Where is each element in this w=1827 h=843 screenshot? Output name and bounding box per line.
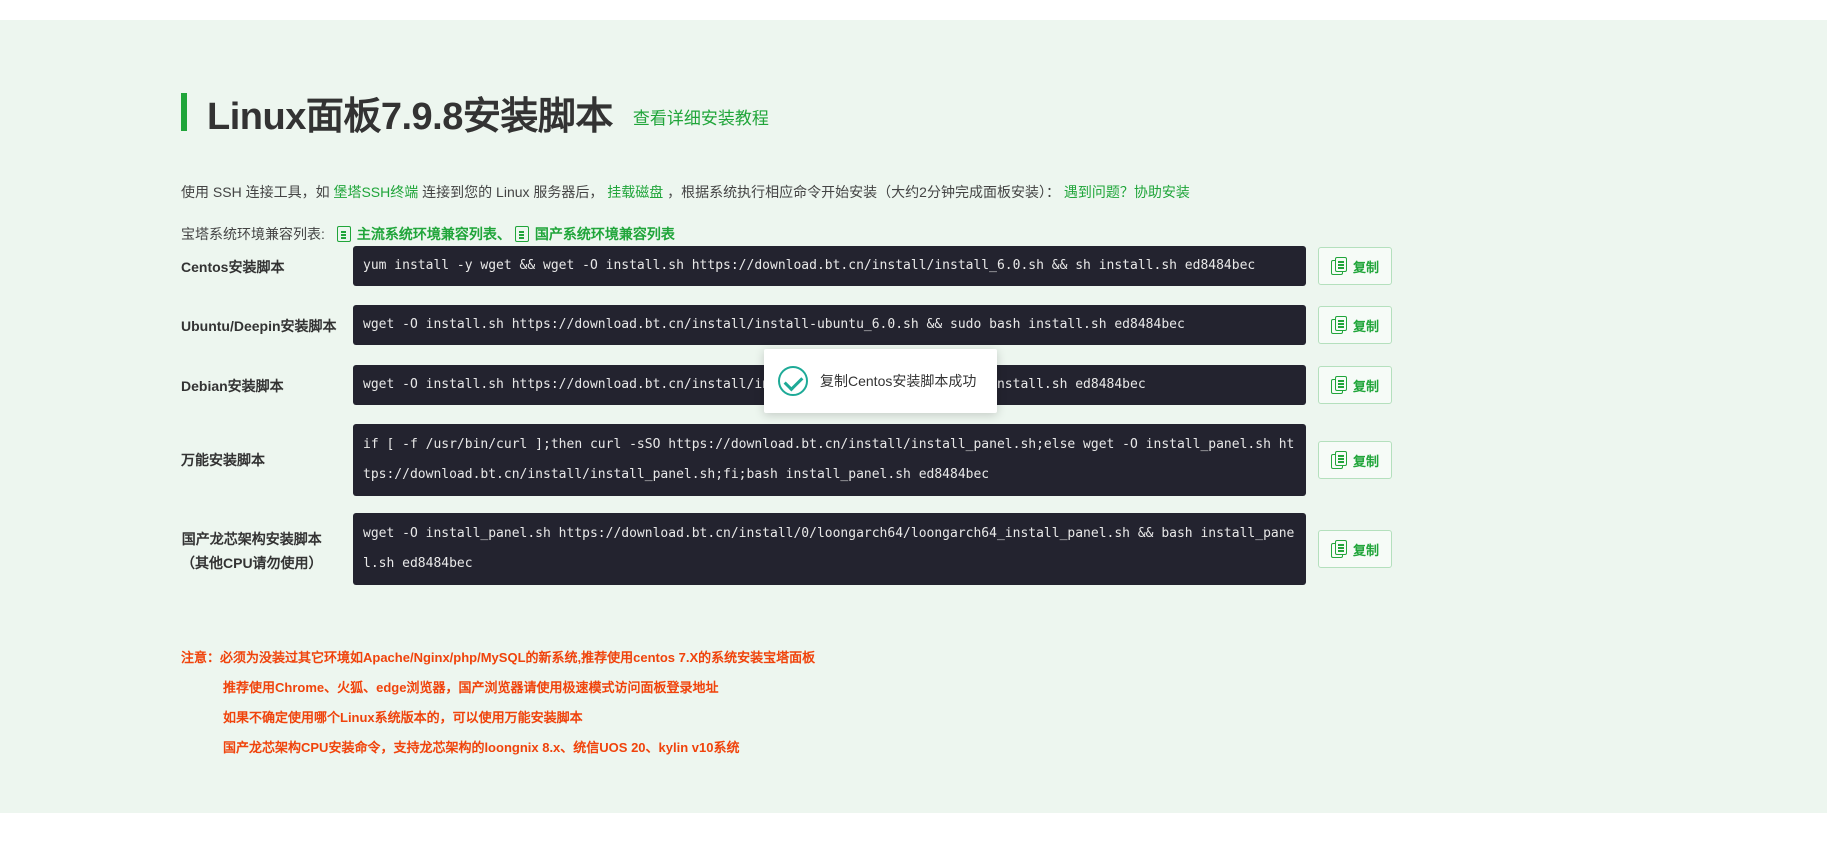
script-label: Centos安装脚本 bbox=[181, 259, 285, 275]
script-row-centos: Centos安装脚本 yum install -y wget && wget -… bbox=[181, 246, 1481, 286]
note-item: 推荐使用Chrome、火狐、edge浏览器，国产浏览器请使用极速模式访问面板登录… bbox=[223, 680, 719, 695]
command-text: wget -O install.sh https://download.bt.c… bbox=[363, 377, 1146, 392]
command-text: wget -O install.sh https://download.bt.c… bbox=[363, 317, 1185, 332]
intro-part3: ，根据系统执行相应命令开始安装（大约2分钟完成面板安装）： bbox=[663, 184, 1064, 200]
compat-domestic-link[interactable]: 国产系统环境兼容列表 bbox=[511, 224, 675, 244]
copy-label: 复制 bbox=[1352, 453, 1379, 469]
copy-label: 复制 bbox=[1352, 259, 1379, 275]
copy-icon bbox=[1330, 451, 1347, 469]
command-box[interactable]: if [ -f /usr/bin/curl ];then curl -sSO h… bbox=[353, 424, 1306, 496]
command-text: if [ -f /usr/bin/curl ];then curl -sSO h… bbox=[363, 437, 1295, 482]
check-circle-icon bbox=[778, 366, 808, 396]
copy-button-loongarch[interactable]: 复制 bbox=[1318, 530, 1392, 568]
toast-message: 复制Centos安装脚本成功 bbox=[820, 373, 977, 389]
notes-block: 注意：必须为没装过其它环境如Apache/Nginx/php/MySQL的新系统… bbox=[181, 648, 815, 768]
document-icon bbox=[336, 226, 351, 242]
copy-icon bbox=[1330, 257, 1347, 275]
script-label: 万能安装脚本 bbox=[181, 452, 265, 468]
compat-separator: 、 bbox=[496, 226, 511, 242]
script-label-line2: （其他CPU请勿使用） bbox=[181, 555, 323, 571]
command-box[interactable]: wget -O install_panel.sh https://downloa… bbox=[353, 513, 1306, 585]
command-text: wget -O install_panel.sh https://downloa… bbox=[363, 526, 1295, 571]
intro-text: 使用 SSH 连接工具，如 堡塔SSH终端 连接到您的 Linux 服务器后， … bbox=[181, 182, 1190, 202]
copy-icon bbox=[1330, 376, 1347, 394]
compat-main-link[interactable]: 主流系统环境兼容列表 bbox=[325, 224, 497, 244]
tutorial-link[interactable]: 查看详细安装教程 bbox=[633, 104, 769, 129]
page-title: Linux面板7.9.8安装脚本 bbox=[207, 95, 613, 138]
copy-label: 复制 bbox=[1352, 542, 1379, 558]
heading-accent-bar bbox=[181, 93, 187, 131]
script-row-ubuntu: Ubuntu/Deepin安装脚本 wget -O install.sh htt… bbox=[181, 305, 1481, 345]
intro-part2: 连接到您的 Linux 服务器后， bbox=[418, 184, 608, 200]
document-icon bbox=[514, 226, 529, 242]
ssh-terminal-link[interactable]: 堡塔SSH终端 bbox=[333, 184, 418, 200]
note-item: 如果不确定使用哪个Linux系统版本的，可以使用万能安装脚本 bbox=[223, 710, 583, 725]
copy-label: 复制 bbox=[1352, 378, 1379, 394]
copy-button-universal[interactable]: 复制 bbox=[1318, 441, 1392, 479]
script-label-line1: 国产龙芯架构安装脚本 bbox=[181, 531, 322, 547]
script-row-universal: 万能安装脚本 if [ -f /usr/bin/curl ];then curl… bbox=[181, 424, 1481, 496]
command-text: yum install -y wget && wget -O install.s… bbox=[363, 258, 1256, 273]
copy-icon bbox=[1330, 540, 1347, 558]
command-box[interactable]: yum install -y wget && wget -O install.s… bbox=[353, 246, 1306, 286]
copy-button-centos[interactable]: 复制 bbox=[1318, 247, 1392, 285]
copy-button-ubuntu[interactable]: 复制 bbox=[1318, 306, 1392, 344]
script-label: Debian安装脚本 bbox=[181, 378, 284, 394]
command-box[interactable]: wget -O install.sh https://download.bt.c… bbox=[353, 305, 1306, 345]
copy-icon bbox=[1330, 316, 1347, 334]
help-install-link[interactable]: 遇到问题？协助安装 bbox=[1064, 184, 1190, 200]
note-item: 注意：必须为没装过其它环境如Apache/Nginx/php/MySQL的新系统… bbox=[181, 650, 816, 665]
script-label: Ubuntu/Deepin安装脚本 bbox=[181, 318, 337, 334]
script-label: 国产龙芯架构安装脚本 （其他CPU请勿使用） bbox=[181, 527, 323, 575]
script-row-loongarch: 国产龙芯架构安装脚本 （其他CPU请勿使用） wget -O install_p… bbox=[181, 513, 1481, 585]
compat-list: 宝塔系统环境兼容列表: 主流系统环境兼容列表 、 国产系统环境兼容列表 bbox=[181, 224, 675, 244]
note-item: 国产龙芯架构CPU安装命令，支持龙芯架构的loongnix 8.x、统信UOS … bbox=[223, 740, 740, 755]
install-section: Linux面板7.9.8安装脚本 查看详细安装教程 使用 SSH 连接工具，如 … bbox=[0, 20, 1827, 813]
copy-label: 复制 bbox=[1352, 318, 1379, 334]
compat-label: 宝塔系统环境兼容列表: bbox=[181, 226, 325, 242]
intro-part1: 使用 SSH 连接工具，如 bbox=[181, 184, 334, 200]
compat-domestic-label: 国产系统环境兼容列表 bbox=[534, 226, 675, 242]
copy-success-toast: 复制Centos安装脚本成功 bbox=[764, 349, 997, 413]
heading-row: Linux面板7.9.8安装脚本 查看详细安装教程 bbox=[181, 90, 769, 138]
compat-main-label: 主流系统环境兼容列表 bbox=[356, 226, 497, 242]
mount-disk-link[interactable]: 挂载磁盘 bbox=[607, 184, 663, 200]
copy-button-debian[interactable]: 复制 bbox=[1318, 366, 1392, 404]
